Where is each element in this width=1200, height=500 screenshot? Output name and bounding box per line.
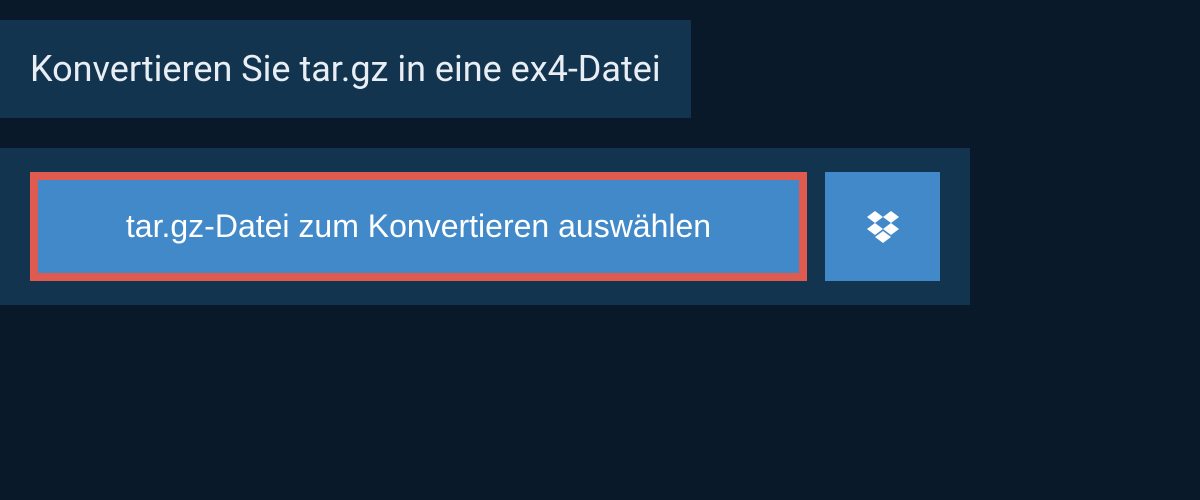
select-file-button[interactable]: tar.gz-Datei zum Konvertieren auswählen: [30, 172, 807, 281]
upload-panel: tar.gz-Datei zum Konvertieren auswählen: [0, 148, 970, 305]
page-title: Konvertieren Sie tar.gz in eine ex4-Date…: [30, 48, 661, 90]
dropbox-button[interactable]: [825, 172, 940, 281]
header-bar: Konvertieren Sie tar.gz in eine ex4-Date…: [0, 20, 691, 118]
dropbox-icon: [863, 207, 903, 247]
select-file-label: tar.gz-Datei zum Konvertieren auswählen: [126, 208, 711, 245]
